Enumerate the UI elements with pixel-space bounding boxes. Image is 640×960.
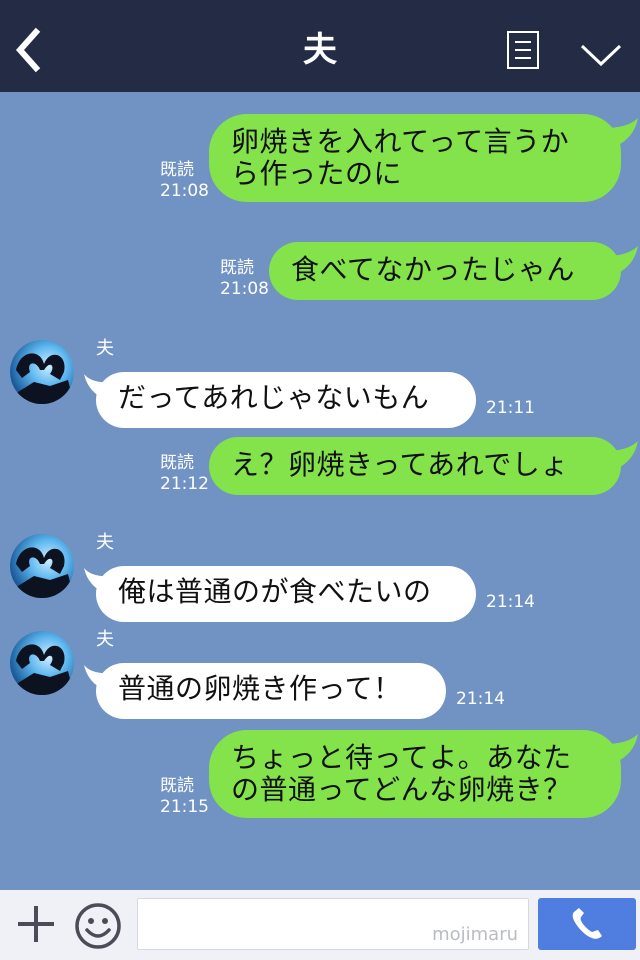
bubble-tail <box>606 441 638 469</box>
message-row: 既読 21:15 ちょっと待ってよ。あなた の普通ってどんな卵焼き？ <box>0 730 640 822</box>
watermark-text: mojimaru <box>432 924 518 945</box>
bubble-tail <box>606 734 638 762</box>
input-bar: mojimaru <box>0 890 640 960</box>
read-receipt: 既読 21:15 <box>160 776 209 817</box>
incoming-bubble[interactable]: 俺は普通のが食べたいの <box>96 566 476 622</box>
plus-icon <box>18 906 54 942</box>
message-row: 夫 俺は普通のが食べたいの 21:14 <box>0 532 640 624</box>
outgoing-bubble[interactable]: え？卵焼きってあれでしょ <box>209 437 621 495</box>
smiley-icon <box>75 903 121 949</box>
add-button[interactable] <box>16 904 56 944</box>
bubble-tail <box>606 118 638 146</box>
avatar[interactable] <box>10 534 74 598</box>
menu-button[interactable] <box>507 31 539 69</box>
message-time: 21:14 <box>456 689 505 709</box>
message-row: 夫 普通の卵焼き作って！ 21:14 <box>0 629 640 721</box>
message-row: 既読 21:12 え？卵焼きってあれでしょ <box>0 437 640 497</box>
chat-header: 夫 <box>0 0 640 92</box>
message-row: 既読 21:08 卵焼きを入れてって言うか ら作ったのに <box>0 114 640 206</box>
sender-name: 夫 <box>96 338 114 359</box>
message-row: 既読 21:08 食べてなかったじゃん <box>0 242 640 302</box>
message-input[interactable]: mojimaru <box>137 898 529 950</box>
bubble-tail <box>606 246 638 274</box>
sender-name: 夫 <box>96 532 114 553</box>
incoming-bubble[interactable]: 普通の卵焼き作って！ <box>96 663 446 719</box>
avatar[interactable] <box>10 340 74 404</box>
collapse-button[interactable] <box>578 40 624 70</box>
phone-icon <box>572 908 602 939</box>
outgoing-bubble[interactable]: ちょっと待ってよ。あなた の普通ってどんな卵焼き？ <box>209 730 621 818</box>
avatar[interactable] <box>10 631 74 695</box>
message-list[interactable]: 既読 21:08 卵焼きを入れてって言うか ら作ったのに 既読 21:08 食べてなか… <box>0 92 640 890</box>
call-button[interactable] <box>538 898 636 950</box>
chat-title: 夫 <box>303 30 337 70</box>
incoming-bubble[interactable]: だってあれじゃないもん <box>96 372 476 428</box>
outgoing-bubble[interactable]: 卵焼きを入れてって言うか ら作ったのに <box>209 114 621 202</box>
message-time: 21:14 <box>486 592 535 612</box>
read-receipt: 既読 21:08 <box>220 258 269 299</box>
heart-hands-avatar-icon <box>10 547 74 598</box>
read-receipt: 既読 21:12 <box>160 453 209 494</box>
message-time: 21:11 <box>486 398 535 418</box>
heart-hands-avatar-icon <box>10 353 74 404</box>
chevron-down-icon <box>580 44 622 67</box>
message-row: 夫 だってあれじゃないもん 21:11 <box>0 338 640 430</box>
outgoing-bubble[interactable]: 食べてなかったじゃん <box>269 242 621 300</box>
read-receipt: 既読 21:08 <box>160 160 209 201</box>
sender-name: 夫 <box>96 629 114 650</box>
heart-hands-avatar-icon <box>10 644 74 695</box>
emoji-button[interactable] <box>74 902 122 950</box>
